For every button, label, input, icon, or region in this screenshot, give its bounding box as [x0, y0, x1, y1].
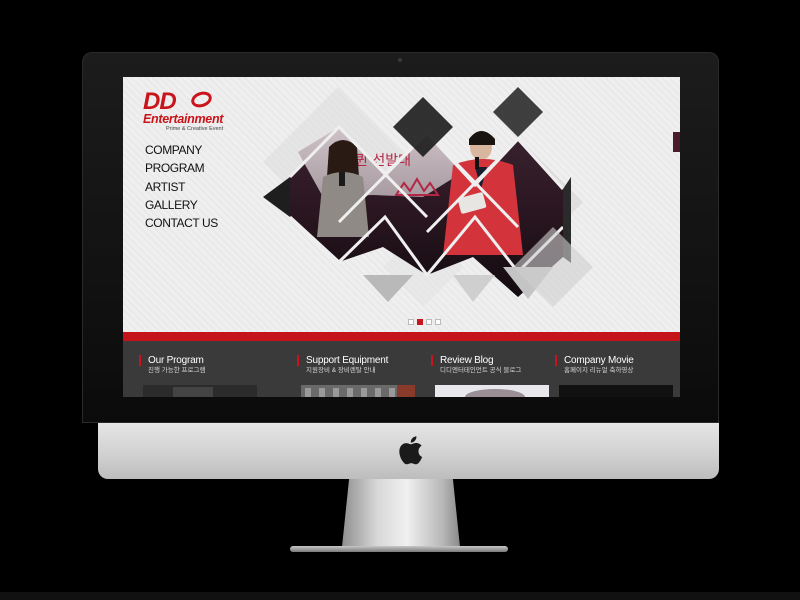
- section-subtitle: 지원장비 & 장비렌탈 안내: [306, 367, 376, 374]
- floor-shadow: [0, 592, 800, 600]
- section-thumbnail: [435, 385, 549, 397]
- section-title: Review Blog: [431, 355, 543, 366]
- site-logo[interactable]: DD Entertainment Prime & Creative Event: [143, 89, 224, 133]
- slider-dot-1[interactable]: [408, 319, 414, 325]
- slider-pager: [408, 319, 441, 325]
- website-screen: 퀸 선발대 DD Entertainment Prime & Creative …: [123, 77, 680, 397]
- section-support-equipment[interactable]: Support Equipment 지원장비 & 장비렌탈 안내: [297, 355, 415, 397]
- section-links: Our Program 진행 가능한 프로그램 Support Equipmen…: [123, 341, 680, 397]
- logo-tagline: Prime & Creative Event: [165, 126, 224, 132]
- apple-logo-icon: [399, 436, 423, 465]
- monitor-stand-foot: [290, 546, 508, 552]
- accent-divider: [123, 332, 680, 341]
- logo-sub: Entertainment: [143, 112, 224, 126]
- section-our-program[interactable]: Our Program 진행 가능한 프로그램: [139, 355, 257, 397]
- section-company-movie[interactable]: Company Movie 홈페이지 리뉴얼 축하영상: [555, 355, 673, 397]
- section-subtitle: 디디엔터테인먼트 공식 블로그: [440, 367, 522, 374]
- nav-item-company[interactable]: COMPANY: [145, 141, 218, 159]
- slider-dot-3[interactable]: [426, 319, 432, 325]
- section-thumbnail: [301, 385, 415, 397]
- slider-dot-2[interactable]: [417, 319, 423, 325]
- camera-dot: [398, 58, 402, 62]
- nav-item-gallery[interactable]: GALLERY: [145, 196, 218, 214]
- main-nav: COMPANY PROGRAM ARTIST GALLERY CONTACT U…: [145, 141, 218, 232]
- nav-item-program[interactable]: PROGRAM: [145, 159, 218, 177]
- section-subtitle: 진행 가능한 프로그램: [148, 367, 206, 374]
- section-title: Our Program: [139, 355, 251, 366]
- section-thumbnail: [559, 385, 673, 397]
- section-title: Support Equipment: [297, 355, 409, 366]
- nav-item-contact-us[interactable]: CONTACT US: [145, 214, 218, 232]
- monitor-stand-neck: [342, 479, 460, 547]
- section-review-blog[interactable]: Review Blog 디디엔터테인먼트 공식 블로그: [431, 355, 549, 397]
- hero-section: 퀸 선발대 DD Entertainment Prime & Creative …: [123, 77, 680, 332]
- section-thumbnail: [143, 385, 257, 397]
- nav-item-artist[interactable]: ARTIST: [145, 178, 218, 196]
- section-subtitle: 홈페이지 리뉴얼 축하영상: [564, 367, 634, 374]
- section-title: Company Movie: [555, 355, 667, 366]
- slider-dot-4[interactable]: [435, 319, 441, 325]
